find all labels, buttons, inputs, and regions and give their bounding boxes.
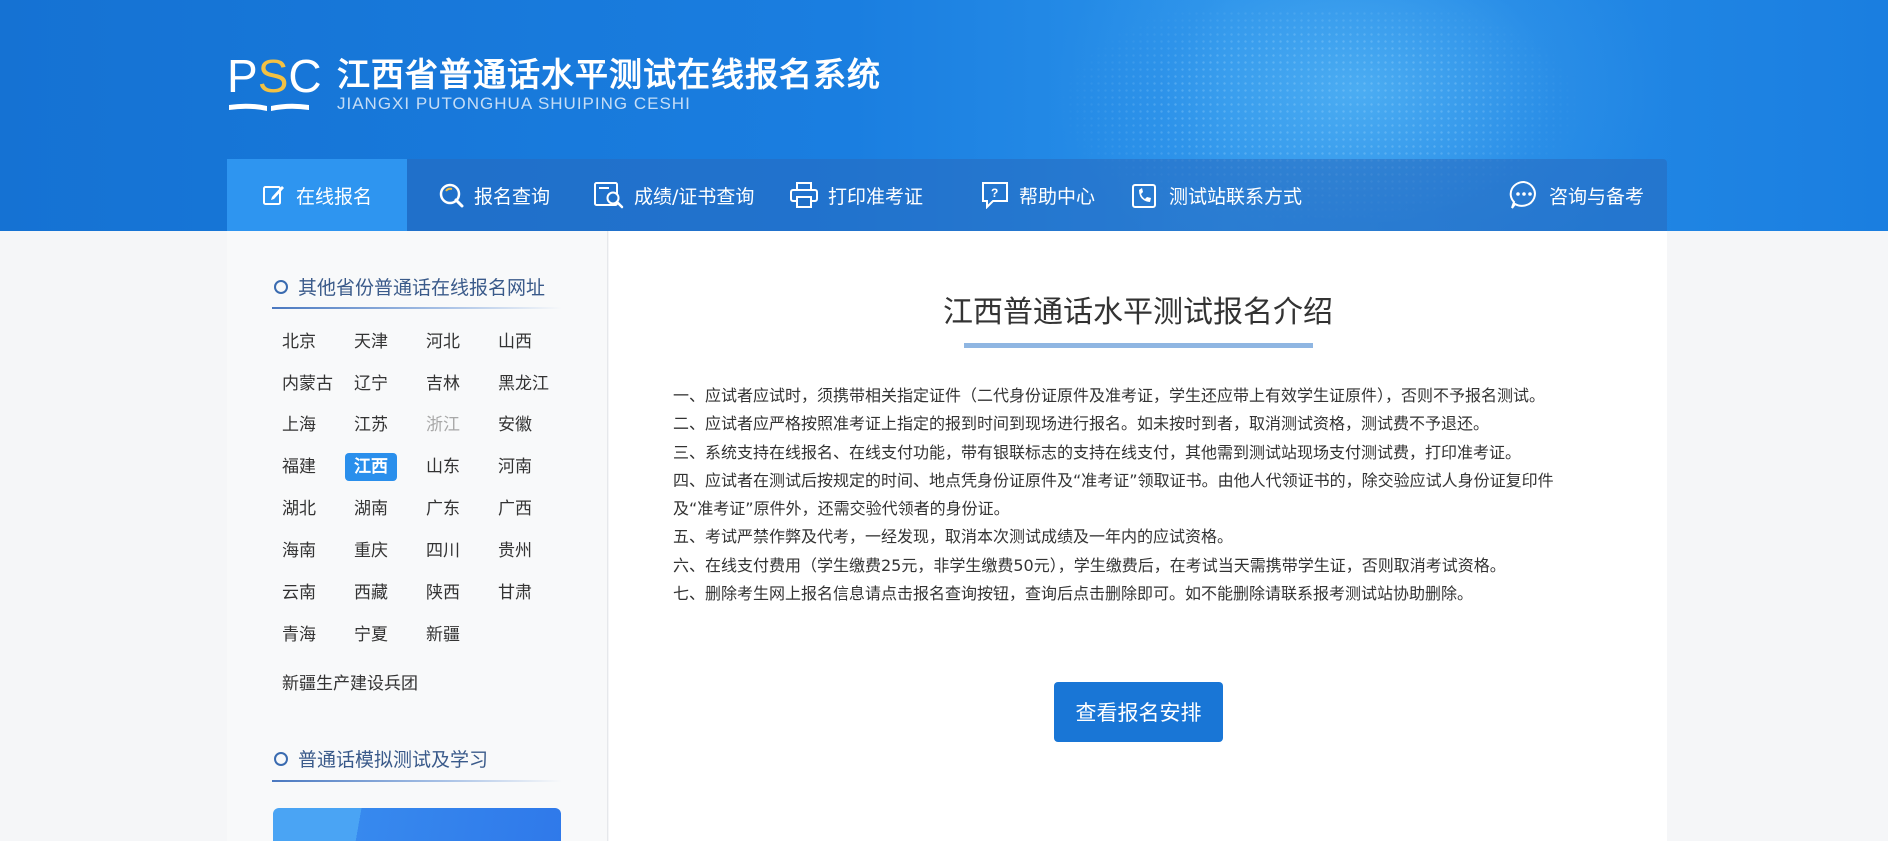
logo-text: PSC <box>227 50 322 102</box>
province-link-bingtuan[interactable]: 新疆生产建设兵团 <box>282 670 418 698</box>
province-link[interactable]: 海南 <box>282 537 316 565</box>
nav-label: 帮助中心 <box>1019 185 1096 208</box>
nav-help-center[interactable]: ? 帮助中心 <box>981 159 1095 231</box>
section-divider <box>272 780 562 782</box>
site-subtitle: JIANGXI PUTONGHUA SHUIPING CESHI <box>337 94 691 113</box>
circle-bullet-icon <box>274 279 288 294</box>
province-link[interactable]: 四川 <box>426 537 460 565</box>
header-banner: PSC 江西省普通话水平测试在线报名系统 JIANGXI PUTONGHUA S… <box>0 0 1888 231</box>
province-link[interactable]: 黑龙江 <box>498 370 549 398</box>
nav-consult-prepare[interactable]: 咨询与备考 <box>1509 159 1644 231</box>
province-link[interactable]: 湖北 <box>282 495 316 523</box>
nav-register-query[interactable]: 报名查询 <box>438 159 550 231</box>
rule-item: 四、应试者在测试后按规定的时间、地点凭身份证原件及“准考证”领取证书。由他人代领… <box>673 470 1554 490</box>
province-link[interactable]: 贵州 <box>498 537 532 565</box>
phone-icon <box>1132 184 1156 208</box>
province-link[interactable]: 重庆 <box>354 537 388 565</box>
nav-score-certificate-query[interactable]: 成绩/证书查询 <box>594 159 754 231</box>
nav-label: 在线报名 <box>295 185 372 208</box>
sidebar: 其他省份普通话在线报名网址 北京 天津 河北 山西 内蒙古 辽宁 吉林 黑龙江 … <box>227 231 608 841</box>
nav-label: 成绩/证书查询 <box>634 185 755 208</box>
rule-item: 三、系统支持在线报名、在线支付功能，带有银联标志的支持在线支付，其他需到测试站现… <box>673 442 1522 462</box>
rule-item: 七、删除考生网上报名信息请点击报名查询按钮，查询后点击删除即可。如不能删除请联系… <box>673 584 1474 604</box>
section-other-provinces: 其他省份普通话在线报名网址 <box>274 273 545 300</box>
nav-label: 咨询与备考 <box>1549 185 1645 208</box>
main-content: 江西普通话水平测试报名介绍 一、应试者应试时，须携带相关指定证件（二代身份证原件… <box>609 231 1667 841</box>
certificate-search-icon <box>594 182 624 209</box>
nav-label: 打印准考证 <box>828 185 924 208</box>
nav-print-admission[interactable]: 打印准考证 <box>790 159 923 231</box>
help-icon: ? <box>982 182 1008 209</box>
main-nav: 在线报名 报名查询 成绩/证书查询 打印准考证 ? 帮助中心 测试站联系方式 咨… <box>227 159 1667 231</box>
nav-label: 测试站联系方式 <box>1169 185 1303 208</box>
nav-test-station-contact[interactable]: 测试站联系方式 <box>1131 159 1302 231</box>
province-link[interactable]: 西藏 <box>354 579 388 607</box>
province-link[interactable]: 广西 <box>498 495 532 523</box>
province-link[interactable]: 上海 <box>282 411 316 439</box>
rule-item: 一、应试者应试时，须携带相关指定证件（二代身份证原件及准考证，学生还应带上有效学… <box>673 386 1546 405</box>
printer-icon <box>790 182 818 208</box>
rule-item: 五、考试严禁作弊及代考，一经发现，取消本次测试成绩及一年内的应试资格。 <box>673 527 1234 547</box>
province-link[interactable]: 河北 <box>426 328 460 356</box>
rules-list: 一、应试者应试时，须携带相关指定证件（二代身份证原件及准考证，学生还应带上有效学… <box>673 382 1613 608</box>
site-title: 江西省普通话水平测试在线报名系统 <box>337 55 881 94</box>
province-link[interactable]: 福建 <box>282 453 316 481</box>
province-link-muted[interactable]: 浙江 <box>426 411 460 439</box>
province-link[interactable]: 宁夏 <box>354 621 388 649</box>
province-link[interactable]: 辽宁 <box>354 370 388 398</box>
province-link[interactable]: 吉林 <box>426 370 460 398</box>
province-link[interactable]: 河南 <box>498 453 532 481</box>
mock-test-banner[interactable] <box>273 808 561 841</box>
book-icon <box>229 103 309 111</box>
search-icon <box>439 183 464 208</box>
edit-icon <box>262 186 284 205</box>
province-link[interactable]: 陕西 <box>426 579 460 607</box>
nav-online-register[interactable]: 在线报名 <box>227 159 407 231</box>
section-mock-test: 普通话模拟测试及学习 <box>274 745 488 772</box>
province-link[interactable]: 云南 <box>282 579 316 607</box>
chat-icon <box>1509 180 1536 209</box>
rule-item: 及“准考证”原件外，还需交验代领者的身份证。 <box>673 499 1010 519</box>
section-title: 其他省份普通话在线报名网址 <box>298 277 546 299</box>
circle-bullet-icon <box>274 751 288 766</box>
province-link[interactable]: 天津 <box>354 328 388 356</box>
province-link[interactable]: 安徽 <box>498 411 532 439</box>
province-link[interactable]: 广东 <box>426 495 460 523</box>
section-title: 普通话模拟测试及学习 <box>298 749 489 771</box>
page-title: 江西普通话水平测试报名介绍 <box>943 295 1333 330</box>
nav-label: 报名查询 <box>474 185 551 208</box>
title-underline <box>964 343 1313 348</box>
province-link[interactable]: 山东 <box>426 453 460 481</box>
svg-text:?: ? <box>991 186 998 200</box>
province-link-selected[interactable]: 江西 <box>345 453 397 481</box>
rule-item: 二、应试者应严格按照准考证上指定的报到时间到现场进行报名。如未按时到者，取消测试… <box>673 414 1490 434</box>
province-link[interactable]: 甘肃 <box>498 579 532 607</box>
rule-item: 六、在线支付费用（学生缴费25元，非学生缴费50元），学生缴费后，在考试当天需携… <box>673 555 1506 575</box>
view-schedule-button[interactable]: 查看报名安排 <box>1054 682 1223 742</box>
province-link[interactable]: 山西 <box>498 328 532 356</box>
province-link[interactable]: 湖南 <box>354 495 388 523</box>
psc-logo[interactable]: PSC <box>227 50 322 112</box>
province-link[interactable]: 新疆 <box>426 621 460 649</box>
province-link[interactable]: 内蒙古 <box>282 370 333 398</box>
province-link[interactable]: 江苏 <box>354 411 388 439</box>
section-divider <box>272 307 562 309</box>
province-link[interactable]: 北京 <box>282 328 316 356</box>
province-link[interactable]: 青海 <box>282 621 316 649</box>
